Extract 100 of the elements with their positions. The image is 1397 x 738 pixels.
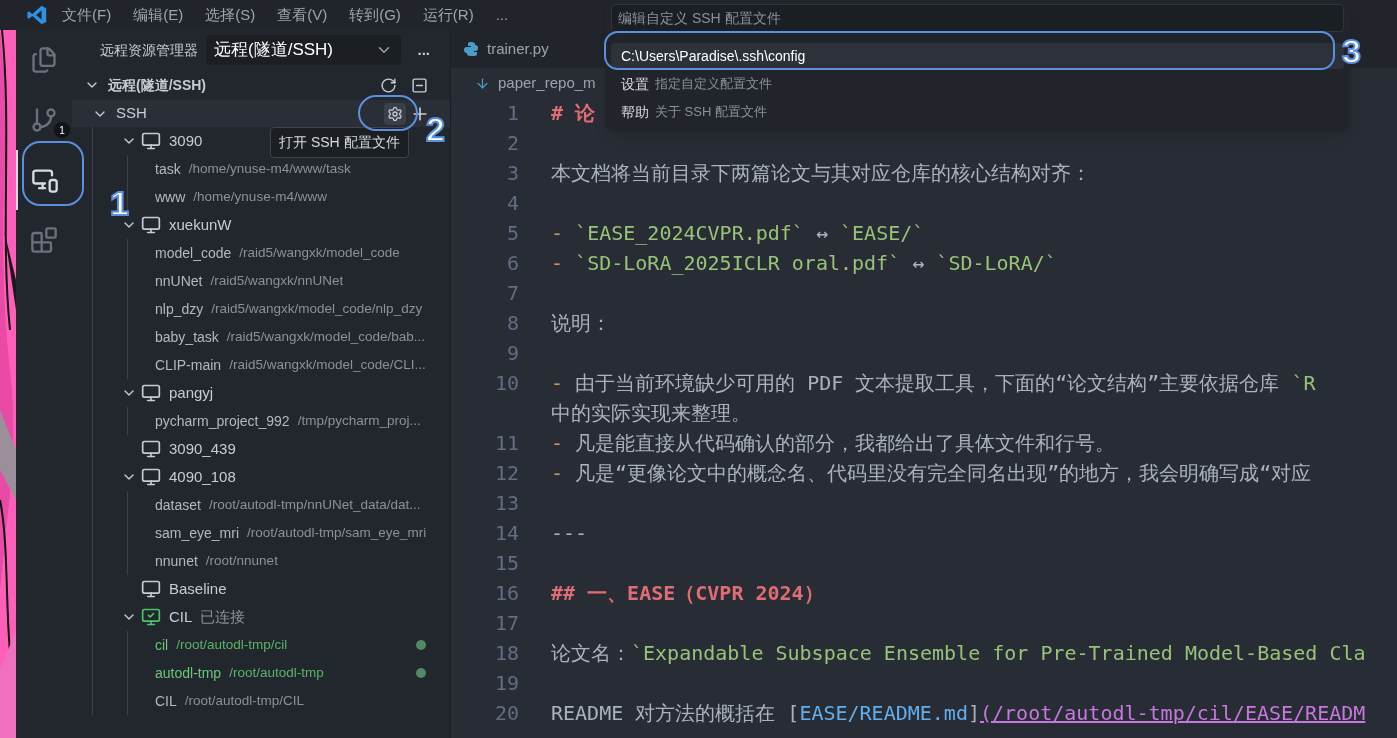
code-line: --- bbox=[551, 520, 588, 547]
line-number: 12 bbox=[493, 460, 519, 487]
host-name[interactable]: pangyj bbox=[169, 381, 214, 405]
line-number: 7 bbox=[505, 280, 519, 307]
highlight-ring bbox=[358, 95, 418, 131]
source-control-icon[interactable] bbox=[30, 106, 58, 134]
section-title[interactable]: 远程(隧道/SSH) bbox=[108, 74, 206, 96]
more-button[interactable]: ... bbox=[417, 38, 430, 62]
folder-path: /raid5/wangxk/model_code/bab... bbox=[226, 327, 425, 346]
menu-item[interactable]: 查看(V) bbox=[277, 3, 328, 27]
code-line: - 凡是能直接从代码确认的部分，我都给出了具体文件和行号。 bbox=[551, 430, 1116, 457]
code-line: 论文名：`Expandable Subspace Ensemble for Pre-Trained Model-Based Cla bbox=[551, 640, 1366, 667]
badge: 1 bbox=[54, 122, 70, 138]
folder-path: /tmp/pycharm_proj... bbox=[297, 411, 421, 430]
line-number: 2 bbox=[505, 130, 519, 157]
folder-path: /raid5/wangxk/model_code/CLI... bbox=[229, 355, 426, 374]
line-number: 13 bbox=[493, 490, 519, 517]
code-line: 本文档将当前目录下两篇论文与其对应仓库的核心结构对齐： bbox=[551, 160, 1091, 187]
folder-name[interactable]: www bbox=[155, 186, 186, 208]
line-number: 19 bbox=[493, 670, 519, 697]
line-number: 1 bbox=[505, 100, 519, 127]
folder-path: /root/autodl-tmp bbox=[229, 663, 324, 682]
folder-path: /root/autodl-tmp/cil bbox=[176, 635, 288, 654]
folder-name[interactable]: task bbox=[155, 158, 181, 180]
palette-item[interactable]: 设置 指定自定义配置文件 bbox=[611, 71, 1344, 97]
code-line: ## 一、EASE（CVPR 2024） bbox=[551, 580, 824, 607]
line-number: 6 bbox=[505, 250, 519, 277]
logo-icon bbox=[26, 4, 48, 26]
line-number: 4 bbox=[505, 190, 519, 217]
folder-path: /home/ynuse-m4/www/task bbox=[188, 159, 351, 178]
folder-name[interactable]: sam_eye_mri bbox=[155, 522, 240, 544]
step-number: 1 bbox=[110, 184, 129, 222]
group-name[interactable]: SSH bbox=[116, 102, 147, 125]
folder-name[interactable]: model_code bbox=[155, 242, 232, 264]
code-line: 说明： bbox=[551, 310, 611, 337]
host-name[interactable]: Baseline bbox=[169, 577, 227, 601]
highlight-ring bbox=[22, 141, 84, 206]
editor-tab[interactable]: trainer.py bbox=[451, 30, 565, 68]
python-icon bbox=[463, 41, 479, 57]
menu-item[interactable]: 文件(F) bbox=[62, 3, 112, 27]
step-number: 2 bbox=[426, 110, 445, 148]
folder-path: /raid5/wangxk/nnUNet bbox=[210, 271, 344, 290]
tooltip: 打开 SSH 配置文件 bbox=[270, 127, 409, 158]
breadcrumb[interactable]: paper_repo_m bbox=[498, 71, 596, 95]
line-number: 17 bbox=[493, 610, 519, 637]
folder-path: /raid5/wangxk/model_code/nlp_dzy bbox=[211, 299, 423, 318]
code-line: 中的实际实现来整理。 bbox=[551, 400, 752, 427]
line-number: 15 bbox=[493, 550, 519, 577]
line-number: 14 bbox=[493, 520, 519, 547]
code-line: - 凡是“更像论文中的概念名、代码里没有完全同名出现”的地方，我会明确写成“对应 bbox=[551, 460, 1312, 487]
folder-name[interactable]: nnunet bbox=[155, 550, 198, 572]
folder-path: /home/ynuse-m4/www bbox=[193, 187, 327, 206]
view-dropdown[interactable]: 远程(隧道/SSH) bbox=[206, 35, 401, 65]
line-number: 3 bbox=[505, 160, 519, 187]
search-field[interactable]: 编辑自定义 SSH 配置文件 bbox=[611, 4, 1344, 32]
code-line: README 对方法的概括在 [EASE/README.md](/root/autodl-tmp/cil/EASE/READM bbox=[551, 700, 1366, 727]
menu-item[interactable]: 编辑(E) bbox=[133, 3, 184, 27]
code-line: - `EASE_2024CVPR.pdf` ↔ `EASE/` bbox=[551, 220, 925, 247]
settings-button[interactable] bbox=[384, 102, 406, 125]
host-name[interactable]: 3090_439 bbox=[169, 437, 236, 461]
folder-name[interactable]: pycharm_project_992 bbox=[155, 410, 290, 432]
line-number: 18 bbox=[493, 640, 519, 667]
host-name[interactable]: CIL bbox=[169, 605, 193, 629]
palette-item[interactable]: 帮助 关于 SSH 配置文件 bbox=[611, 99, 1344, 125]
line-number: 20 bbox=[493, 700, 519, 727]
menu-item[interactable]: 选择(S) bbox=[205, 3, 256, 27]
line-number: 5 bbox=[505, 220, 519, 247]
line-number: 16 bbox=[493, 580, 519, 607]
host-name[interactable]: xuekunW bbox=[169, 213, 232, 237]
line-number: 11 bbox=[493, 430, 519, 457]
step-number: 3 bbox=[1342, 32, 1361, 70]
folder-path: /root/autodl-tmp/nnUNet_data/dat... bbox=[208, 495, 421, 514]
menu-item[interactable]: 运行(R) bbox=[422, 3, 474, 27]
collapse-icon[interactable] bbox=[411, 76, 428, 94]
folder-path: /root/autodl-tmp/CIL bbox=[184, 691, 305, 710]
code-line: # 论 bbox=[551, 100, 596, 127]
line-number: 9 bbox=[505, 340, 519, 367]
extensions-icon[interactable] bbox=[30, 226, 58, 254]
folder-name[interactable]: nlp_dzy bbox=[155, 298, 204, 320]
palette-item[interactable]: C:\Users\Paradise\.ssh\config bbox=[611, 43, 1344, 69]
folder-path: /root/nnunet bbox=[205, 551, 278, 570]
folder-name[interactable]: cil bbox=[155, 634, 169, 656]
folder-name[interactable]: baby_task bbox=[155, 326, 219, 348]
code-line: - `SD-LoRA_2025ICLR oral.pdf` ↔ `SD-LoRA/` bbox=[551, 250, 1057, 277]
line-number: 10 bbox=[493, 370, 519, 397]
folder-name[interactable]: nnUNet bbox=[155, 270, 203, 292]
folder-path: /raid5/wangxk/model_code bbox=[239, 243, 400, 262]
folder-name[interactable]: CLIP-main bbox=[155, 354, 222, 376]
code-line: - 由于当前环境缺少可用的 PDF 文本提取工具，下面的“论文结构”主要依据仓库 `R bbox=[551, 370, 1316, 397]
line-number: 8 bbox=[505, 310, 519, 337]
status-text: 已连接 bbox=[200, 606, 246, 627]
folder-name[interactable]: CIL bbox=[155, 690, 177, 712]
folder-name[interactable]: dataset bbox=[155, 494, 201, 516]
refresh-icon[interactable] bbox=[380, 76, 397, 94]
menu-item[interactable]: ... bbox=[495, 3, 509, 27]
files-icon[interactable] bbox=[30, 46, 58, 74]
folder-name[interactable]: autodl-tmp bbox=[155, 662, 222, 684]
host-name[interactable]: 4090_108 bbox=[169, 465, 236, 489]
menu-item[interactable]: 转到(G) bbox=[349, 3, 401, 27]
host-name[interactable]: 3090 bbox=[169, 129, 203, 153]
